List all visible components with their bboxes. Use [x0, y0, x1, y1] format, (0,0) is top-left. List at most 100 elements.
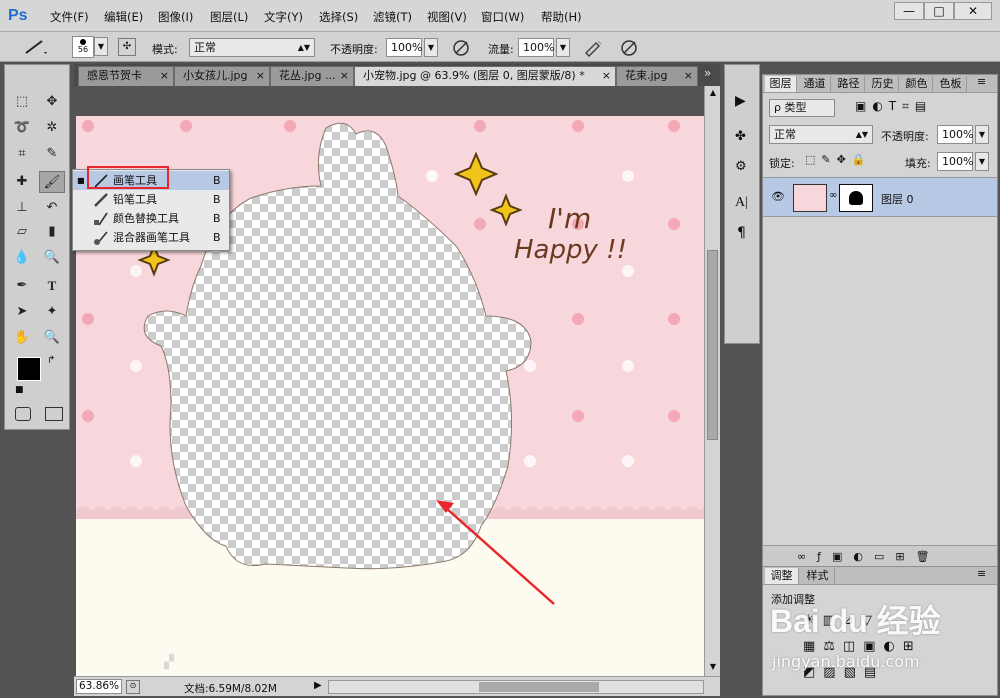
- close-button[interactable]: ✕: [954, 2, 992, 20]
- flow-dropdown[interactable]: ▼: [556, 38, 570, 57]
- menu-layer[interactable]: 图层(L): [210, 9, 248, 25]
- close-icon[interactable]: ×: [340, 67, 349, 85]
- menu-filter[interactable]: 滤镜(T): [373, 9, 412, 25]
- lock-icons[interactable]: ⬚✎✥🔒: [805, 153, 872, 166]
- menu-help[interactable]: 帮助(H): [541, 9, 582, 25]
- tab-history[interactable]: 历史: [867, 76, 899, 92]
- close-icon[interactable]: ×: [684, 67, 693, 85]
- close-icon[interactable]: ×: [602, 67, 611, 85]
- eraser-tool-icon[interactable]: ▱: [9, 221, 35, 243]
- flyout-item-color-replace[interactable]: 颜色替换工具 B: [73, 209, 229, 228]
- tab-styles[interactable]: 样式: [801, 568, 835, 584]
- move-tool-icon[interactable]: ✥: [39, 91, 65, 113]
- blend-mode-select[interactable]: 正常 ▲▼: [769, 125, 873, 144]
- layer-opacity-dropdown[interactable]: ▼: [975, 125, 989, 144]
- opacity-input[interactable]: 100%: [386, 38, 422, 57]
- opacity-dropdown[interactable]: ▼: [424, 38, 438, 57]
- clone-source-icon[interactable]: ⚙: [735, 159, 747, 174]
- path-selection-tool-icon[interactable]: ➤: [9, 301, 35, 323]
- layer-opacity-input[interactable]: 100%: [937, 125, 973, 144]
- pressure-size-icon[interactable]: [620, 39, 638, 57]
- tab-flowers[interactable]: 花丛.jpg ... ×: [270, 66, 354, 86]
- quick-mask-icon[interactable]: [15, 407, 31, 421]
- panel-menu-icon[interactable]: ≡: [977, 567, 986, 580]
- type-tool-icon[interactable]: T: [39, 275, 65, 297]
- status-menu-icon[interactable]: ▶: [314, 680, 322, 691]
- menu-view[interactable]: 视图(V): [427, 9, 467, 25]
- minimize-button[interactable]: —: [894, 2, 924, 20]
- zoom-field[interactable]: 63.86%: [76, 679, 122, 694]
- foreground-color-swatch[interactable]: [17, 357, 41, 381]
- screen-mode-icon[interactable]: [45, 407, 63, 421]
- tab-layers[interactable]: 图层: [765, 76, 797, 92]
- tabs-overflow-icon[interactable]: »: [704, 66, 711, 80]
- link-icon[interactable]: ∞: [829, 190, 837, 201]
- fill-dropdown[interactable]: ▼: [975, 152, 989, 171]
- tab-bouquet[interactable]: 花束.jpg ×: [616, 66, 698, 86]
- menu-edit[interactable]: 编辑(E): [104, 9, 143, 25]
- scroll-up-icon[interactable]: ▲: [707, 88, 719, 100]
- mode-select[interactable]: 正常 ▲▼: [189, 38, 315, 57]
- airbrush-icon[interactable]: [584, 39, 602, 57]
- menu-type[interactable]: 文字(Y): [264, 9, 303, 25]
- tab-color[interactable]: 颜色: [901, 76, 933, 92]
- tab-swatches[interactable]: 色板: [935, 76, 967, 92]
- tab-greeting-card[interactable]: 感恩节贺卡 ×: [78, 66, 174, 86]
- flyout-item-mixer-brush[interactable]: 混合器画笔工具 B: [73, 228, 229, 247]
- lasso-tool-icon[interactable]: ➰: [9, 117, 35, 139]
- panel-menu-icon[interactable]: ≡: [977, 75, 986, 88]
- brush-panel-icon[interactable]: ✣: [118, 38, 136, 56]
- marquee-tool-icon[interactable]: ⬚: [9, 91, 35, 113]
- tab-paths[interactable]: 路径: [833, 76, 865, 92]
- vertical-scrollbar[interactable]: ▲ ▼: [704, 86, 720, 676]
- pressure-opacity-icon[interactable]: [452, 39, 470, 57]
- menu-window[interactable]: 窗口(W): [481, 9, 524, 25]
- horizontal-scroll-thumb[interactable]: [479, 682, 599, 692]
- crop-tool-icon[interactable]: ⌗: [9, 143, 35, 165]
- fill-input[interactable]: 100%: [937, 152, 973, 171]
- maximize-button[interactable]: □: [924, 2, 954, 20]
- default-colors-icon[interactable]: ■: [15, 385, 24, 395]
- custom-shape-tool-icon[interactable]: ✦: [39, 301, 65, 323]
- flow-input[interactable]: 100%: [518, 38, 554, 57]
- magic-wand-tool-icon[interactable]: ✲: [39, 117, 65, 139]
- layer-filter-select[interactable]: ρ 类型: [769, 99, 835, 117]
- zoom-tool-icon[interactable]: 🔍: [39, 327, 65, 349]
- hand-tool-icon[interactable]: ✋: [9, 327, 35, 349]
- flyout-item-pencil[interactable]: 铅笔工具 B: [73, 190, 229, 209]
- paragraph-panel-icon[interactable]: ¶: [737, 225, 746, 241]
- mask-thumbnail[interactable]: [839, 184, 873, 212]
- brush-tool-icon[interactable]: 🖌: [39, 171, 65, 193]
- clone-stamp-tool-icon[interactable]: ⊥: [9, 197, 35, 219]
- eye-icon[interactable]: 👁: [771, 190, 785, 203]
- brush-size-preview[interactable]: 56: [72, 36, 94, 58]
- tab-pet-active[interactable]: 小宠物.jpg @ 63.9% (图层 0, 图层蒙版/8) * ×: [354, 66, 616, 86]
- horizontal-scrollbar[interactable]: [328, 680, 704, 694]
- character-panel-icon[interactable]: A|: [735, 195, 748, 211]
- pen-tool-icon[interactable]: ✒: [9, 275, 35, 297]
- healing-brush-tool-icon[interactable]: ✚: [9, 171, 35, 193]
- menu-select[interactable]: 选择(S): [319, 9, 358, 25]
- history-brush-tool-icon[interactable]: ↶: [39, 197, 65, 219]
- scroll-thumb[interactable]: [707, 250, 718, 440]
- export-icon[interactable]: ⊙: [126, 680, 140, 694]
- gradient-tool-icon[interactable]: ▮: [39, 221, 65, 243]
- blur-tool-icon[interactable]: 💧: [9, 247, 35, 269]
- menu-image[interactable]: 图像(I): [158, 9, 193, 25]
- close-icon[interactable]: ×: [160, 67, 169, 85]
- dodge-tool-icon[interactable]: 🔍: [39, 247, 65, 269]
- brush-tool-preset-icon[interactable]: [22, 38, 48, 56]
- brush-size-dropdown[interactable]: ▼: [94, 37, 108, 56]
- brush-presets-icon[interactable]: ✤: [735, 129, 746, 144]
- close-icon[interactable]: ×: [256, 67, 265, 85]
- tab-channels[interactable]: 通道: [799, 76, 831, 92]
- play-actions-icon[interactable]: ▶: [735, 93, 746, 109]
- layer-row[interactable]: 👁 ∞ 图层 0: [763, 177, 997, 217]
- tab-little-girl[interactable]: 小女孩儿.jpg ×: [174, 66, 270, 86]
- swap-colors-icon[interactable]: ↱: [47, 355, 55, 366]
- menu-file[interactable]: 文件(F): [50, 9, 89, 25]
- layer-filter-icons[interactable]: ▣◐T⌗▤: [855, 99, 932, 114]
- layers-footer-icons[interactable]: ∞ƒ▣◐▭⊞🗑: [797, 550, 941, 563]
- scroll-down-icon[interactable]: ▼: [707, 662, 719, 674]
- eyedropper-tool-icon[interactable]: ✎: [39, 143, 65, 165]
